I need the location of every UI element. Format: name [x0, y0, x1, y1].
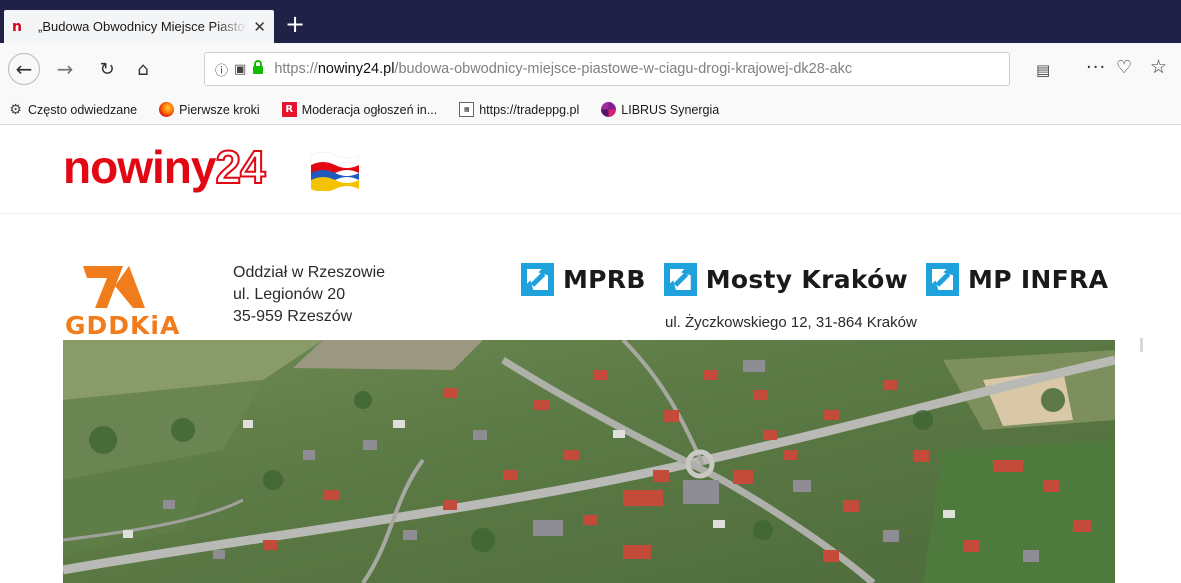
- gddkia-name: GDDKiA: [65, 311, 181, 340]
- mp-infra-logo-icon: [926, 263, 960, 296]
- bookmarks-toolbar: ⚙ Często odwiedzane Pierwsze kroki R Mod…: [0, 95, 1181, 125]
- navigation-bar: ← → ↻ ⌂ ⓘ ▣ https://nowiny24.pl/budowa-o…: [0, 43, 1181, 95]
- firefox-icon: [159, 102, 175, 117]
- url-text[interactable]: https://nowiny24.pl/budowa-obwodnicy-mie…: [274, 61, 999, 77]
- moderation-icon: R: [281, 102, 297, 117]
- tradeppg-icon: ▦: [459, 102, 475, 117]
- bookmark-label: Moderacja ogłoszeń in...: [301, 102, 438, 117]
- poland-ukraine-flag-icon: [310, 151, 360, 191]
- bookmark-pierwsze-kroki[interactable]: Pierwsze kroki: [159, 102, 260, 117]
- tab-strip: n „Budowa Obwodnicy Miejsce Piastowe ✕ +: [0, 0, 1181, 43]
- url-scheme: https://: [274, 61, 318, 77]
- mprb-logo-icon: [521, 263, 554, 296]
- scrollbar-thumb[interactable]: [1140, 338, 1143, 352]
- info-icon[interactable]: ⓘ: [215, 60, 228, 79]
- forward-button[interactable]: →: [52, 53, 78, 85]
- url-bar[interactable]: ⓘ ▣ https://nowiny24.pl/budowa-obwodnicy…: [204, 52, 1010, 86]
- reader-view-icon[interactable]: ▤: [1036, 61, 1050, 79]
- bookmark-label: Pierwsze kroki: [179, 102, 260, 117]
- bookmark-label: Często odwiedzane: [28, 102, 138, 117]
- page-actions-icon[interactable]: ···: [1086, 57, 1106, 78]
- home-button[interactable]: ⌂: [130, 53, 156, 85]
- bookmark-label: LIBRUS Synergia: [621, 102, 720, 117]
- new-tab-button[interactable]: +: [282, 12, 308, 38]
- tab-title: „Budowa Obwodnicy Miejsce Piastowe: [38, 19, 248, 34]
- pocket-icon[interactable]: ♡: [1116, 57, 1132, 78]
- nowiny-favicon-icon: n: [12, 18, 22, 35]
- nowiny24-logo[interactable]: nowiny24: [63, 140, 267, 194]
- address-line: 35-959 Rzeszów: [233, 308, 353, 325]
- lock-icon[interactable]: [252, 60, 264, 78]
- brand-mprb: MPRB: [521, 263, 646, 296]
- gear-icon: ⚙: [9, 101, 22, 118]
- permissions-icon[interactable]: ▣: [234, 62, 246, 77]
- address-line: ul. Legionów 20: [233, 286, 346, 303]
- brand-mosty-krakow: Mosty Kraków: [663, 263, 908, 296]
- site-header: nowiny24: [0, 125, 1181, 214]
- bookmark-librus[interactable]: LIBRUS Synergia: [601, 102, 719, 117]
- bookmark-star-icon[interactable]: ☆: [1150, 56, 1167, 78]
- brand-mp-infra: MP INFRA: [926, 263, 1108, 296]
- bookmark-moderacja[interactable]: R Moderacja ogłoszeń in...: [281, 102, 438, 117]
- librus-icon: [601, 102, 617, 117]
- address-line: Oddział w Rzeszowie: [233, 264, 386, 281]
- url-path: /budowa-obwodnicy-miejsce-piastowe-w-cia…: [394, 61, 853, 77]
- bookmark-label: https://tradeppg.pl: [479, 102, 580, 117]
- bookmark-tradeppg[interactable]: ▦ https://tradeppg.pl: [459, 102, 579, 117]
- reload-button[interactable]: ↻: [94, 53, 120, 85]
- aerial-photo: [63, 340, 1115, 583]
- contractor-logos: MPRB Mosty Kraków MP INFRA: [521, 263, 1126, 296]
- url-domain: nowiny24.pl: [317, 61, 395, 77]
- contractors-address: ul. Życzkowskiego 12, 31-864 Kraków: [665, 314, 917, 331]
- close-tab-icon[interactable]: ✕: [253, 18, 266, 36]
- article-banner: GDDKiA Oddział w Rzeszowie ul. Legionów …: [0, 214, 1181, 340]
- browser-tab[interactable]: n „Budowa Obwodnicy Miejsce Piastowe ✕: [4, 10, 274, 43]
- gddkia-address: Oddział w Rzeszowie ul. Legionów 20 35-9…: [233, 262, 385, 328]
- mosty-krakow-logo-icon: [663, 263, 697, 296]
- bookmark-czesto-odwiedzane[interactable]: ⚙ Często odwiedzane: [8, 101, 138, 118]
- back-button[interactable]: ←: [8, 53, 40, 85]
